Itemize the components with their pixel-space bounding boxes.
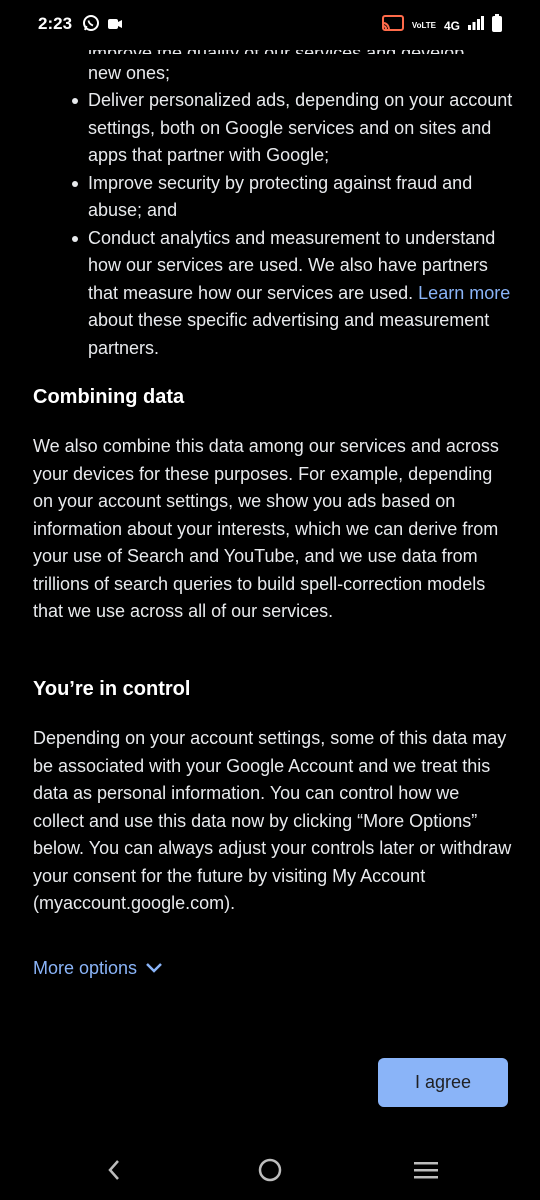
navigation-bar [0, 1140, 540, 1200]
cast-icon [381, 15, 404, 36]
combining-data-heading: Combining data [33, 386, 185, 408]
status-time: 2:23 [38, 14, 73, 33]
recents-icon [414, 1160, 438, 1185]
list-item: Deliver personalized ads, depending on y… [66, 87, 516, 170]
home-icon [258, 1158, 282, 1187]
status-right-icons: VoLTE 4G [381, 14, 502, 37]
status-bar: 2:23 VoLTE 4G [0, 0, 540, 50]
bullet-icon [72, 235, 78, 242]
home-button[interactable] [252, 1154, 288, 1190]
back-icon [106, 1159, 122, 1186]
purpose-list: Deliver personalized ads, depending on y… [66, 87, 516, 362]
youre-in-control-heading: You’re in control [33, 678, 191, 700]
signal-icon [468, 16, 484, 35]
volte-label: VoLTE [411, 21, 436, 30]
list-item: Conduct analytics and measurement to und… [66, 225, 516, 363]
video-notification-icon [108, 17, 122, 35]
list-item-text: Deliver personalized ads, depending on y… [88, 90, 513, 165]
list-item-text-end: about these specific advertising and mea… [88, 310, 490, 358]
whatsapp-icon [82, 14, 100, 37]
learn-more-link[interactable]: Learn more [418, 283, 510, 303]
network-label: 4G [443, 18, 460, 33]
bullet-icon [72, 98, 78, 104]
youre-in-control-body: Depending on your account settings, some… [33, 728, 512, 913]
status-left-icons [82, 14, 122, 37]
bullet-icon [72, 180, 78, 187]
back-button[interactable] [96, 1154, 132, 1190]
list-item: Improve security by protecting against f… [66, 170, 516, 225]
list-continuation: new ones; [88, 63, 171, 83]
more-options-label: More options [33, 958, 138, 978]
chevron-down-icon [145, 958, 163, 979]
battery-icon [492, 14, 502, 37]
combining-data-body: We also combine this data among our serv… [33, 436, 499, 621]
agree-button[interactable]: I agree [378, 1058, 508, 1107]
list-item-text: Improve security by protecting against f… [88, 172, 473, 221]
recents-button[interactable] [408, 1154, 444, 1190]
more-options-button[interactable]: More options [33, 958, 163, 979]
